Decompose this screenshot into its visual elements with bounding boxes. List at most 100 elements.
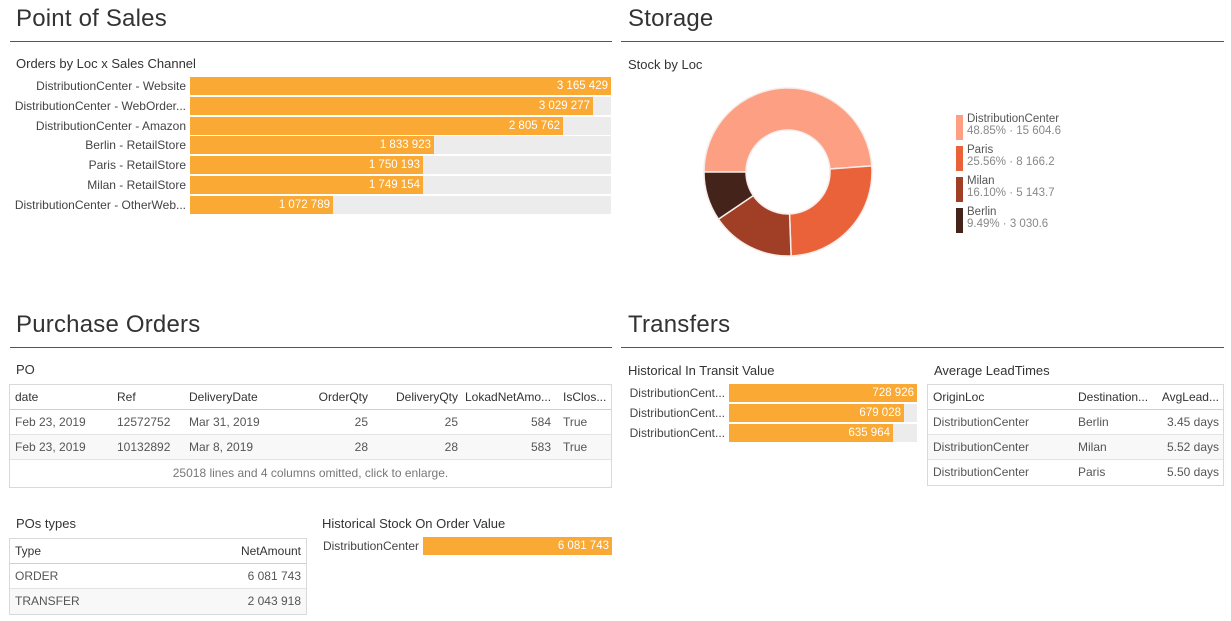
- section-title-storage: Storage: [628, 5, 714, 32]
- table-row[interactable]: DistributionCenter Berlin 3.45 days: [928, 410, 1223, 435]
- bar-row[interactable]: DistributionCent... 679 028: [630, 404, 917, 422]
- po-table[interactable]: date Ref DeliveryDate OrderQty DeliveryQty Lo…: [9, 384, 612, 488]
- table-row[interactable]: ORDER 6 081 743: [10, 564, 306, 589]
- legend-swatch: [956, 146, 963, 171]
- legend-label: Milan: [967, 175, 995, 187]
- table-row[interactable]: DistributionCenter Paris 5.50 days: [928, 460, 1223, 485]
- legend-value: 16.10% · 5 143.7: [967, 187, 1055, 199]
- orders-by-loc-title: Orders by Loc x Sales Channel: [16, 56, 196, 71]
- bar-label: Milan - RetailStore: [87, 178, 186, 192]
- legend-value: 9.49% · 3 030.6: [967, 218, 1049, 230]
- bar-value-label: 1 833 923: [379, 139, 431, 152]
- orders-by-loc-chart[interactable]: DistributionCenter - Website 3 165 429 Dis…: [15, 77, 611, 217]
- legend-item[interactable]: Milan 16.10% · 5 143.7: [956, 175, 1061, 207]
- column-header[interactable]: OriginLoc: [933, 385, 1073, 409]
- table-cell: 25: [354, 415, 368, 429]
- column-header[interactable]: AvgLead...: [1161, 385, 1219, 409]
- bar-label: DistributionCenter - WebOrder...: [14, 98, 186, 113]
- table-cell: True: [563, 440, 588, 454]
- column-header[interactable]: Ref: [117, 385, 187, 409]
- legend-swatch: [956, 208, 963, 233]
- pos-types-table[interactable]: Type NetAmount ORDER 6 081 743 TRANSFER 2 043…: [9, 538, 307, 615]
- table-cell: Mar 8, 2019: [189, 440, 254, 454]
- section-divider: [621, 347, 1224, 348]
- stock-on-order-chart[interactable]: DistributionCenter 6 081 743: [323, 537, 612, 557]
- table-cell: 25: [444, 415, 458, 429]
- lead-times-table[interactable]: OriginLoc Destination... AvgLead... Distrib…: [927, 384, 1224, 486]
- table-cell: Feb 23, 2019: [15, 415, 86, 429]
- bar-label: DistributionCent...: [629, 406, 725, 420]
- table-cell: 12572752: [117, 415, 171, 429]
- donut-slice-paris[interactable]: [788, 165, 873, 257]
- column-header[interactable]: Destination...: [1078, 385, 1158, 409]
- bar-label: DistributionCent...: [629, 426, 725, 440]
- legend-swatch: [956, 115, 963, 140]
- table-cell: True: [563, 415, 588, 429]
- stock-by-loc-donut[interactable]: [700, 84, 876, 260]
- bar-row[interactable]: DistributionCenter - WebOrder... 3 029 27…: [15, 96, 611, 115]
- bar-label: DistributionCenter - OtherWeb...: [14, 197, 186, 212]
- bar-value-label: 1 749 154: [368, 179, 420, 191]
- bar-label: DistributionCenter: [322, 539, 419, 553]
- column-header[interactable]: IsClos...: [563, 385, 611, 409]
- bar-value-label: 679 028: [859, 407, 901, 419]
- table-header-row: Type NetAmount: [10, 539, 306, 564]
- bar-row[interactable]: DistributionCent... 635 964: [630, 424, 917, 442]
- bar-row[interactable]: DistributionCenter - Amazon 2 805 762: [36, 116, 611, 135]
- table-row[interactable]: Feb 23, 2019 10132892 Mar 8, 2019 28 28 583 Tr…: [10, 435, 611, 460]
- bar-row[interactable]: Milan - RetailStore 1 749 154: [87, 176, 611, 194]
- column-header[interactable]: DeliveryDate: [189, 385, 289, 409]
- bar-label: DistributionCent...: [629, 386, 725, 400]
- bar-row[interactable]: Berlin - RetailStore 1 833 923: [85, 136, 611, 155]
- in-transit-chart[interactable]: DistributionCent... 728 926 DistributionCe…: [630, 384, 917, 444]
- bar-row[interactable]: DistributionCenter - Website 3 165 429: [36, 77, 611, 95]
- bar-row[interactable]: DistributionCenter 6 081 743: [323, 537, 612, 555]
- bar-label: DistributionCenter - Amazon: [35, 118, 186, 133]
- section-divider: [10, 41, 612, 42]
- table-cell: Paris: [1078, 465, 1106, 479]
- bar-value-label: 3 029 277: [538, 99, 590, 112]
- bar-row[interactable]: DistributionCenter - OtherWeb... 1 072 78…: [15, 195, 611, 214]
- table-cell: 5.52 days: [1166, 440, 1219, 454]
- table-cell: 3.45 days: [1166, 415, 1219, 429]
- stock-by-loc-title: Stock by Loc: [628, 57, 703, 72]
- column-header[interactable]: OrderQty: [298, 385, 368, 409]
- column-header[interactable]: date: [15, 385, 105, 409]
- table-row[interactable]: DistributionCenter Milan 5.52 days: [928, 435, 1223, 460]
- table-cell: 6 081 743: [247, 569, 301, 583]
- column-header[interactable]: NetAmount: [160, 539, 301, 563]
- column-header[interactable]: LokadNetAmo...: [465, 385, 551, 409]
- legend-item[interactable]: DistributionCenter 48.85% · 15 604.6: [956, 113, 1061, 145]
- section-title-purchase-orders: Purchase Orders: [16, 311, 201, 338]
- legend-item[interactable]: Paris 25.56% · 8 166.2: [956, 144, 1061, 176]
- table-header-row: date Ref DeliveryDate OrderQty DeliveryQty Lo…: [10, 385, 611, 410]
- table-cell: 583: [530, 440, 551, 454]
- legend-item[interactable]: Berlin 9.49% · 3 030.6: [956, 206, 1061, 238]
- table-row[interactable]: Feb 23, 2019 12572752 Mar 31, 2019 25 25 584 T…: [10, 410, 611, 435]
- table-cell: DistributionCenter: [933, 415, 1030, 429]
- table-cell: 584: [530, 415, 551, 429]
- bar-value-label: 2 805 762: [508, 119, 560, 132]
- table-cell: Mar 31, 2019: [189, 415, 260, 429]
- column-header[interactable]: Type: [15, 539, 155, 563]
- table-cell: 28: [444, 440, 458, 454]
- legend-label: Paris: [967, 144, 994, 156]
- legend-value: 48.85% · 15 604.6: [967, 125, 1061, 137]
- table-cell: 5.50 days: [1166, 465, 1219, 479]
- table-footer-enlarge-link[interactable]: 25018 lines and 4 columns omitted, click…: [10, 460, 611, 487]
- section-divider: [10, 347, 612, 348]
- bar-value-label: 1 750 193: [368, 159, 420, 172]
- bar-value-label: 635 964: [848, 427, 890, 439]
- table-row[interactable]: TRANSFER 2 043 918: [10, 589, 306, 614]
- po-table-title: PO: [16, 362, 35, 377]
- table-cell: DistributionCenter: [933, 440, 1030, 454]
- legend-label: Berlin: [967, 206, 997, 218]
- bar-row[interactable]: Paris - RetailStore 1 750 193: [89, 156, 611, 175]
- bar-value-label: 6 081 743: [557, 540, 609, 552]
- column-header[interactable]: DeliveryQty: [380, 385, 458, 409]
- legend-swatch: [956, 177, 963, 202]
- donut-slice-distributioncenter[interactable]: [703, 87, 873, 173]
- legend-value: 25.56% · 8 166.2: [967, 156, 1055, 168]
- bar-row[interactable]: DistributionCent... 728 926: [630, 384, 917, 402]
- table-cell: DistributionCenter: [933, 465, 1030, 479]
